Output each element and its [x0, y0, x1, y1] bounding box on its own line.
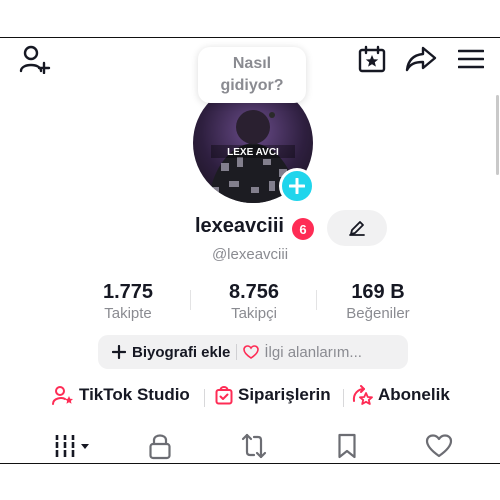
- interests-label: İlgi alanlarım...: [264, 343, 362, 361]
- likes-label: Beğeniler: [346, 305, 410, 322]
- user-handle: @lexeavciii: [211, 246, 289, 263]
- tab-videos[interactable]: [52, 431, 92, 461]
- plus-icon: [112, 345, 126, 359]
- scrollbar[interactable]: [496, 95, 499, 175]
- hamburger-menu-icon: [458, 49, 484, 69]
- grid-icon: [55, 435, 89, 457]
- bio-interests-bar: Biyografi ekle İlgi alanlarım...: [98, 335, 408, 369]
- top-divider: [0, 37, 500, 38]
- add-bio-button[interactable]: Biyografi ekle: [112, 344, 230, 361]
- following-stat[interactable]: 1.775 Takipte: [68, 281, 188, 322]
- bookmark-icon: [338, 433, 356, 459]
- following-count: 1.775: [102, 281, 154, 303]
- share-button[interactable]: [404, 44, 438, 74]
- shopping-bag-check-icon: [215, 386, 233, 405]
- tab-favorites[interactable]: [333, 431, 361, 461]
- link-divider: [343, 389, 344, 407]
- followers-label: Takipçi: [231, 305, 277, 322]
- status-tooltip[interactable]: Nasıl gidiyor?: [198, 47, 306, 103]
- pencil-icon: [349, 221, 365, 236]
- tiktok-studio-link[interactable]: TikTok Studio: [52, 385, 190, 405]
- orders-link[interactable]: Siparişlerin: [215, 385, 331, 405]
- followers-stat[interactable]: 8.756 Takipçi: [194, 281, 314, 322]
- following-label: Takipte: [104, 305, 152, 322]
- edit-profile-button[interactable]: [327, 210, 387, 246]
- avatar-overlay-text: LEXE AVCI: [227, 147, 279, 158]
- subscription-star-icon: [352, 385, 373, 405]
- orders-label: Siparişlerin: [238, 385, 331, 404]
- likes-stat[interactable]: 169 B Beğeniler: [318, 281, 438, 322]
- tiktok-studio-label: TikTok Studio: [79, 385, 190, 404]
- add-friend-button[interactable]: [18, 44, 52, 74]
- subscription-label: Abonelik: [378, 385, 450, 404]
- person-plus-icon: [19, 45, 51, 74]
- pill-divider: [236, 344, 238, 360]
- repost-icon: [241, 433, 267, 459]
- followers-count: 8.756: [228, 281, 280, 303]
- add-bio-label: Biyografi ekle: [132, 343, 231, 361]
- add-story-button[interactable]: [279, 168, 315, 204]
- calendar-button[interactable]: [356, 44, 388, 74]
- lock-icon: [149, 434, 171, 460]
- plus-icon: [289, 178, 305, 194]
- username: lexeavciii: [195, 215, 284, 237]
- menu-button[interactable]: [456, 46, 486, 72]
- heart-outline-icon: [243, 345, 260, 359]
- link-divider: [204, 389, 205, 407]
- likes-count: 169 B: [351, 281, 405, 303]
- tab-reposts[interactable]: [238, 431, 270, 461]
- stat-divider: [316, 290, 317, 310]
- tab-private[interactable]: [145, 431, 175, 461]
- subscription-link[interactable]: Abonelik: [352, 385, 450, 405]
- stat-divider: [190, 290, 191, 310]
- person-star-icon: [52, 386, 73, 405]
- tooltip-pointer-dot: [269, 112, 275, 118]
- interests-button[interactable]: İlgi alanlarım...: [243, 344, 362, 361]
- bottom-divider: [0, 463, 500, 464]
- calendar-star-icon: [358, 45, 386, 73]
- notification-badge[interactable]: 6: [292, 218, 314, 240]
- tab-liked[interactable]: [423, 431, 455, 461]
- share-arrow-icon: [405, 46, 437, 72]
- heart-icon: [425, 434, 453, 458]
